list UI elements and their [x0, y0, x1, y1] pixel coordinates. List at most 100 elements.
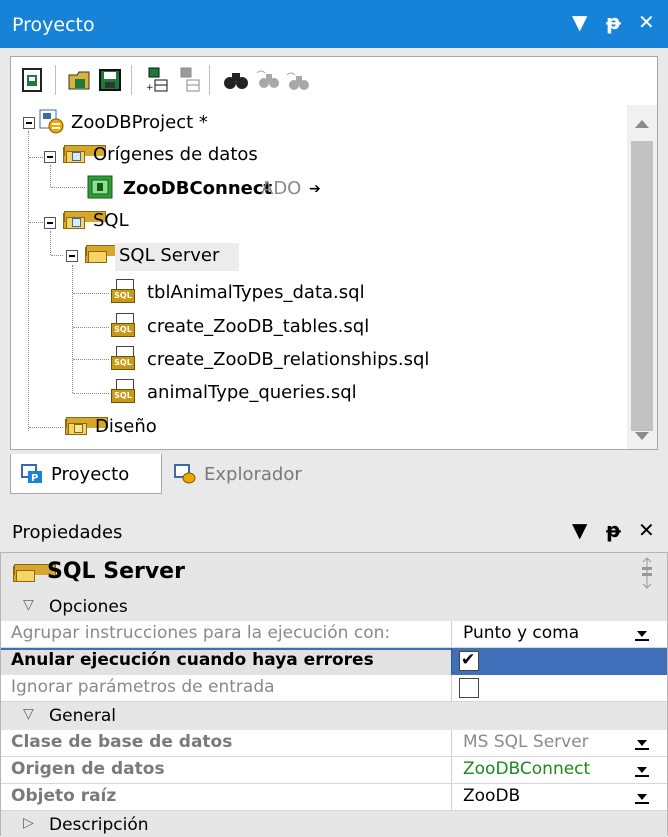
toolbar-separator — [55, 65, 56, 95]
scroll-down-icon[interactable] — [634, 431, 650, 441]
dropdown-menu-icon[interactable]: ▼ — [572, 10, 587, 34]
tree-connector — [28, 131, 29, 431]
property-row-selected[interactable]: Anular ejecución cuando haya errores ✔ — [1, 648, 667, 675]
category-label: Descripción — [49, 815, 149, 835]
properties-title: Propiedades — [12, 522, 123, 543]
connection-name[interactable]: ZooDBConnect — [123, 177, 272, 201]
connection-type: ADO — [261, 178, 302, 199]
save-project-icon[interactable] — [97, 67, 123, 93]
sort-properties-icon[interactable] — [637, 557, 657, 589]
find-previous-icon[interactable] — [285, 67, 311, 93]
project-titlebar: Proyecto ▼ ᵽ ✕ — [0, 0, 668, 48]
expand-triangle-icon[interactable]: ▷ — [23, 815, 34, 831]
property-row[interactable]: Ignorar parámetros de entrada — [1, 675, 667, 702]
sql-file[interactable]: animalType_queries.sql — [147, 381, 357, 405]
category-descripcion[interactable]: ▷ Descripción — [1, 811, 667, 837]
find-next-icon[interactable] — [255, 67, 281, 93]
svg-text:+: + — [146, 83, 154, 93]
project-tab-icon: P — [21, 464, 42, 484]
data-sources-folder-icon — [63, 145, 106, 163]
checkmark-icon: ✔ — [461, 650, 476, 670]
sql-folder-icon — [63, 211, 106, 229]
explorer-tab-icon — [174, 464, 196, 484]
collapse-triangle-icon[interactable]: ▽ — [23, 597, 34, 613]
dropdown-arrow-icon[interactable] — [631, 627, 653, 643]
property-value[interactable]: MS SQL Server — [463, 732, 589, 752]
property-value[interactable]: ZooDBConnect — [463, 759, 590, 779]
pin-icon[interactable]: ᵽ — [606, 518, 621, 542]
collapse-toggle[interactable] — [23, 117, 35, 129]
category-general[interactable]: ▽ General — [1, 702, 667, 730]
data-sources-label[interactable]: Orígenes de datos — [93, 143, 258, 167]
checkbox-unchecked[interactable] — [459, 678, 479, 698]
dropdown-arrow-icon[interactable] — [631, 763, 653, 779]
sql-file[interactable]: create_ZooDB_tables.sql — [147, 315, 369, 339]
toolbar-separator — [131, 65, 132, 95]
project-root-label[interactable]: ZooDBProject * — [71, 111, 208, 135]
dropdown-arrow-icon[interactable] — [631, 790, 653, 806]
tree-connector — [50, 165, 51, 187]
vertical-scrollbar[interactable] — [627, 105, 657, 449]
dropdown-arrow-icon[interactable] — [631, 736, 653, 752]
remove-from-project-icon[interactable] — [175, 67, 201, 93]
scroll-up-icon[interactable] — [634, 119, 650, 129]
property-row[interactable]: Agrupar instrucciones para la ejecución … — [1, 621, 667, 648]
project-panel: + ZooDBProject * Orígenes de datos ZooDB… — [10, 56, 658, 450]
property-row[interactable]: Clase de base de datos MS SQL Server — [1, 730, 667, 757]
arrow-right-icon[interactable]: ➔ — [309, 177, 321, 201]
sql-server-label[interactable]: SQL Server — [119, 244, 219, 268]
property-row[interactable]: Origen de datos ZooDBConnect — [1, 757, 667, 784]
tree-connector — [72, 265, 73, 393]
add-to-project-icon[interactable]: + — [143, 67, 169, 93]
project-toolbar: + — [11, 57, 657, 105]
category-opciones[interactable]: ▽ Opciones — [1, 593, 667, 621]
collapse-toggle[interactable] — [44, 151, 56, 163]
toolbar-separator — [209, 65, 210, 95]
sql-label[interactable]: SQL — [93, 209, 129, 233]
tree-connector — [51, 187, 85, 188]
property-value[interactable]: ZooDB — [463, 786, 520, 806]
dropdown-menu-icon[interactable]: ▼ — [572, 518, 587, 542]
sql-file-icon: SQL — [111, 346, 135, 372]
close-icon[interactable]: ✕ — [638, 518, 655, 542]
sql-file[interactable]: tblAnimalTypes_data.sql — [147, 281, 365, 305]
open-project-icon[interactable] — [67, 67, 93, 93]
tab-explorador[interactable]: Explorador — [164, 454, 332, 494]
properties-header-title: SQL Server — [47, 559, 185, 584]
new-project-icon[interactable] — [19, 67, 45, 93]
property-name: Objeto raíz — [11, 786, 117, 806]
property-name: Agrupar instrucciones para la ejecución … — [11, 623, 391, 643]
category-label: Opciones — [49, 597, 128, 617]
project-title: Proyecto — [12, 14, 95, 36]
property-row[interactable]: Objeto raíz ZooDB — [1, 784, 667, 811]
tab-explorador-label: Explorador — [204, 464, 302, 485]
checkbox-checked[interactable]: ✔ — [459, 650, 479, 671]
sql-file-icon: SQL — [111, 313, 135, 339]
property-name: Ignorar parámetros de entrada — [11, 677, 275, 697]
tab-proyecto[interactable]: P Proyecto — [10, 454, 162, 494]
folder-icon — [85, 245, 128, 263]
tree-connector — [73, 327, 109, 328]
tree-connector — [29, 157, 43, 158]
pin-icon[interactable]: ᵽ — [606, 10, 621, 34]
property-value[interactable]: Punto y coma — [463, 623, 579, 643]
design-label[interactable]: Diseño — [95, 415, 157, 439]
sql-file[interactable]: create_ZooDB_relationships.sql — [147, 348, 429, 372]
properties-header: SQL Server — [1, 553, 667, 593]
close-icon[interactable]: ✕ — [638, 10, 655, 34]
tree-connector — [29, 222, 43, 223]
collapse-toggle[interactable] — [66, 250, 78, 262]
project-root-icon — [39, 109, 64, 134]
collapse-triangle-icon[interactable]: ▽ — [23, 706, 34, 722]
tree-connector — [73, 293, 109, 294]
tree-connector — [50, 231, 51, 255]
sql-file-icon: SQL — [111, 379, 135, 405]
collapse-toggle[interactable] — [44, 217, 56, 229]
properties-titlebar: Propiedades ▼ ᵽ ✕ — [0, 508, 668, 552]
sql-file-icon: SQL — [111, 279, 135, 305]
tree-connector — [73, 359, 109, 360]
scroll-thumb[interactable] — [631, 141, 653, 431]
tree-connector — [51, 255, 63, 256]
property-name: Origen de datos — [11, 759, 165, 779]
find-icon[interactable] — [223, 67, 249, 93]
